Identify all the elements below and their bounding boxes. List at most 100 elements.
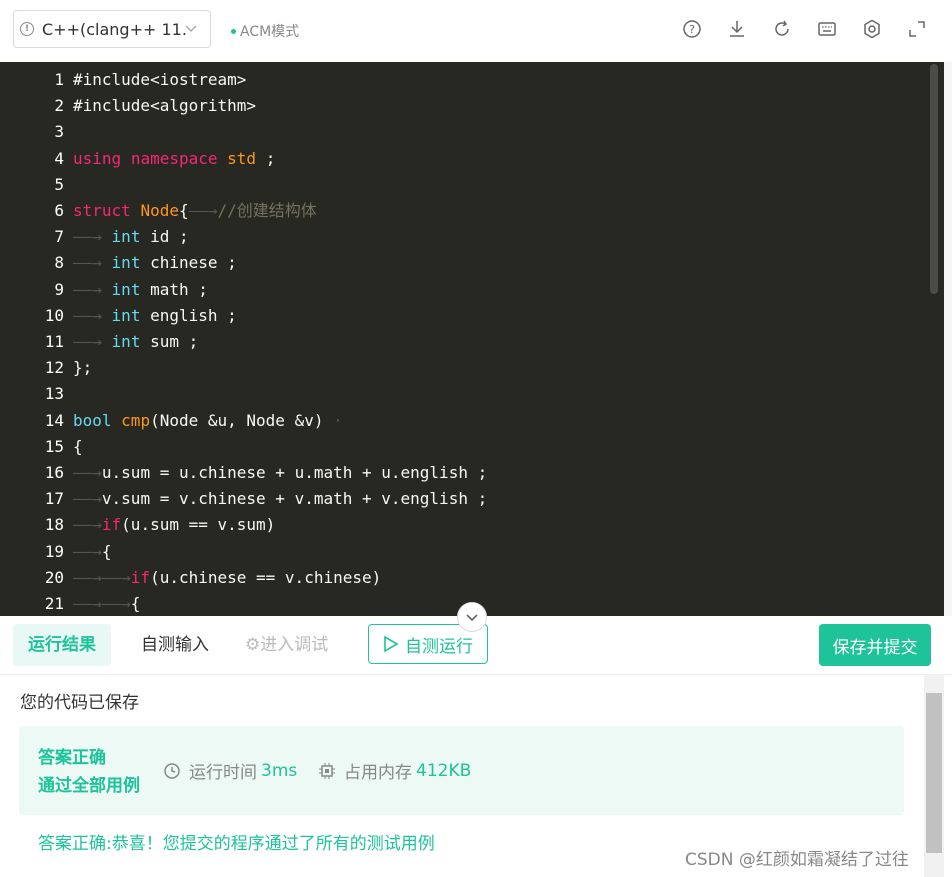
line-number: 16 <box>44 463 64 482</box>
code-token: ——→ <box>73 227 102 247</box>
code-line[interactable]: 11 ——→ int sum ; <box>0 329 930 355</box>
code-token: ——→ <box>73 332 102 351</box>
code-token: }; <box>73 358 93 378</box>
line-number: 11 <box>44 332 64 351</box>
line-number: 15 <box>44 436 64 456</box>
line-number: 9 <box>54 279 64 299</box>
code-text: #include<iostream> <box>73 67 246 93</box>
code-token: · <box>333 410 343 430</box>
code-token: if <box>130 567 151 587</box>
tab-run-results[interactable]: 运行结果 <box>13 624 111 666</box>
code-text: ——→ int math ; <box>73 277 208 303</box>
result-status: 答案正确 通过全部用例 <box>38 744 140 800</box>
code-line[interactable]: 5 <box>0 172 930 198</box>
runtime-label: 运行时间 <box>189 763 257 783</box>
saved-message: 您的代码已保存 <box>20 693 139 713</box>
code-line[interactable]: 3 <box>0 119 930 145</box>
code-token: #include<algorithm> <box>73 96 257 116</box>
code-token: sum ; <box>140 332 199 351</box>
code-token: (u.chinese == v.chinese) <box>150 567 382 587</box>
code-token: ——→ <box>73 279 102 299</box>
code-text: #include<algorithm> <box>73 93 256 119</box>
status-all-passed: 通过全部用例 <box>38 776 140 796</box>
code-line[interactable]: 8 ——→ int chinese ; <box>0 250 930 276</box>
code-token: Node <box>140 201 179 220</box>
refresh-icon[interactable] <box>772 19 792 39</box>
code-line[interactable]: 13 <box>0 381 930 407</box>
code-token: bool <box>73 410 112 430</box>
code-token: { <box>101 541 112 561</box>
line-number: 17 <box>44 489 64 509</box>
fullscreen-icon[interactable] <box>907 19 927 39</box>
tab-debug-label: 进入调试 <box>260 635 329 655</box>
code-text: using namespace std ; <box>73 146 275 172</box>
code-line[interactable]: 18 ——→if(u.sum == v.sum) <box>0 512 930 538</box>
line-number: 20 <box>44 567 64 587</box>
line-number: 7 <box>54 227 64 247</box>
code-token: ——→ <box>73 489 102 509</box>
code-line[interactable]: 20 ——→——→if(u.chinese == v.chinese) <box>0 565 930 591</box>
code-line[interactable]: 1 #include<iostream> <box>0 67 930 93</box>
code-token: if <box>101 515 122 535</box>
code-editor[interactable]: 1 #include<iostream> 2 #include<algorithm> 3… <box>0 62 944 616</box>
code-line[interactable]: 2 #include<algorithm> <box>0 93 930 119</box>
code-line[interactable]: 15 { <box>0 434 930 460</box>
editor-scrollbar[interactable] <box>930 64 938 294</box>
memory-label: 占用内存 <box>344 763 412 783</box>
keyboard-icon[interactable] <box>817 19 837 39</box>
tab-custom-input[interactable]: 自测输入 <box>126 624 224 666</box>
code-token: ——→——→ <box>73 594 131 613</box>
code-text: ——→ int english ; <box>73 303 237 329</box>
code-line[interactable]: 14 bool cmp(Node &u, Node &v) · <box>0 408 930 434</box>
tab-debug[interactable]: ⚙进入调试 <box>230 624 343 666</box>
code-token: int <box>111 279 141 299</box>
mode-badge: ACM模式 <box>231 21 299 41</box>
code-token: cmp <box>121 410 151 430</box>
code-line[interactable]: 4 using namespace std ; <box>0 146 930 172</box>
submit-button[interactable]: 保存并提交 <box>819 624 931 666</box>
code-line[interactable]: 19 ——→{ <box>0 539 930 565</box>
code-line[interactable]: 16 ——→u.sum = u.chinese + u.math + u.engl… <box>0 460 930 486</box>
editor-edge <box>944 62 952 616</box>
settings-icon[interactable] <box>862 19 882 39</box>
code-line[interactable]: 10 ——→ int english ; <box>0 303 930 329</box>
code-line[interactable]: 7 ——→ int id ; <box>0 224 930 250</box>
code-line[interactable]: 9 ——→ int math ; <box>0 277 930 303</box>
code-line[interactable]: 17 ——→v.sum = v.chinese + v.math + v.engl… <box>0 486 930 512</box>
code-line[interactable]: 12}; <box>0 355 930 381</box>
editor-toolbar: ! C++(clang++ 11. ACM模式 ? <box>0 0 952 62</box>
line-number: 10 <box>44 305 64 325</box>
language-label: C++(clang++ 11. <box>42 19 187 39</box>
code-token: int <box>111 332 141 351</box>
line-number: 5 <box>54 174 64 194</box>
line-number: 12 <box>44 358 64 378</box>
collapse-button[interactable] <box>457 602 487 632</box>
play-icon <box>384 635 399 653</box>
line-number: 18 <box>44 515 64 535</box>
code-text: struct Node{——→//创建结构体 <box>73 198 317 224</box>
code-token: //创建结构体 <box>217 201 317 220</box>
code-token: { <box>73 436 83 456</box>
results-scrollbar-thumb[interactable] <box>926 693 942 853</box>
code-line[interactable]: 6 struct Node{——→//创建结构体 <box>0 198 930 224</box>
code-token: id ; <box>140 227 189 247</box>
code-token: std <box>227 148 257 168</box>
watermark: CSDN @红颜如霜凝结了过往 <box>685 850 909 870</box>
line-number: 2 <box>54 96 64 116</box>
code-token: int <box>111 305 141 325</box>
code-token: namespace <box>130 148 218 168</box>
code-token: english ; <box>140 305 237 325</box>
chevron-down-icon <box>466 614 478 622</box>
help-icon[interactable]: ? <box>682 19 702 39</box>
warning-icon: ! <box>20 22 34 36</box>
download-icon[interactable] <box>727 19 747 39</box>
language-select[interactable]: ! C++(clang++ 11. <box>13 10 211 48</box>
code-text: { <box>73 434 83 460</box>
code-token: ——→ <box>188 201 218 220</box>
